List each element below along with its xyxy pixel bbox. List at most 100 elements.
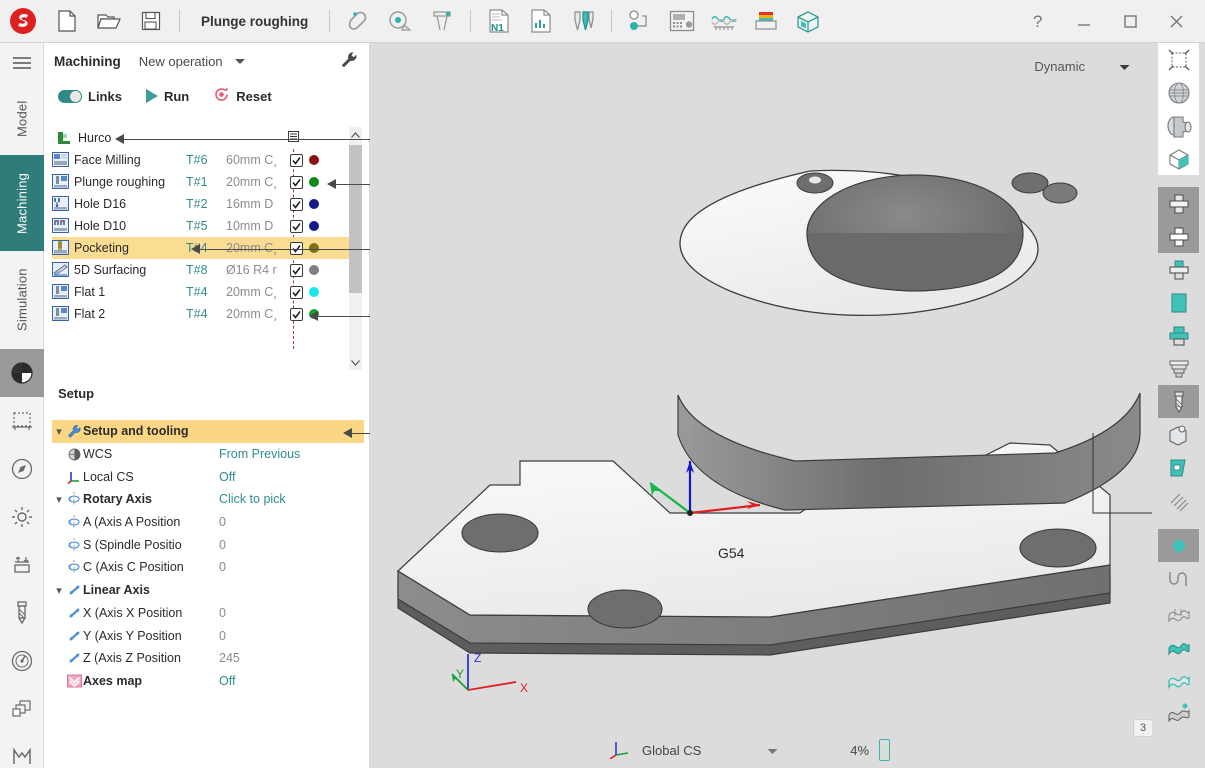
surface-cut-icon[interactable] — [1158, 694, 1199, 727]
machine-stack-icon[interactable] — [288, 131, 299, 145]
chevron-down-icon[interactable] — [767, 743, 778, 758]
operation-status-dot[interactable] — [309, 265, 319, 275]
holder-show-icon[interactable] — [1158, 451, 1199, 484]
magnet-probe-icon[interactable] — [337, 0, 379, 43]
fit-view-icon[interactable] — [1158, 43, 1199, 76]
operation-row[interactable]: Flat 1 T#4 20mm C¸ — [52, 281, 362, 303]
operation-visibility-checkbox[interactable] — [290, 307, 303, 321]
setup-row[interactable]: WCS From Previous — [52, 443, 364, 466]
setup-row-value[interactable]: 0 — [219, 560, 364, 574]
operation-row[interactable]: Hole D16 T#2 16mm D — [52, 193, 362, 215]
save-icon[interactable] — [130, 0, 172, 43]
setup-row[interactable]: ▾ Rotary Axis Click to pick — [52, 488, 364, 511]
stock-icon[interactable] — [745, 0, 787, 43]
wireframe-box-icon[interactable] — [1158, 142, 1199, 175]
solid-shading-icon[interactable] — [1158, 109, 1199, 142]
run-button[interactable]: Run — [145, 89, 189, 104]
setup-parameters-tree[interactable]: ▾ Setup and tooling WCS From Previous Local … — [52, 420, 364, 692]
curve-icon[interactable] — [1158, 562, 1199, 595]
setup-row[interactable]: Z (Axis Z Position 245 — [52, 647, 364, 670]
operation-visibility-checkbox[interactable] — [290, 175, 303, 189]
setup-row[interactable]: ▾ Linear Axis — [52, 579, 364, 602]
setup-row-value[interactable]: 0 — [219, 515, 364, 529]
tree-row-machine[interactable]: Hurco — [52, 127, 362, 149]
setup-row-value[interactable]: 0 — [219, 538, 364, 552]
maximize-icon[interactable] — [1107, 0, 1153, 43]
setup-row[interactable]: X (Axis X Position 0 — [52, 602, 364, 625]
sidebar-tab-simulation[interactable]: Simulation — [0, 251, 44, 349]
clamp-icon[interactable] — [0, 541, 44, 589]
operation-visibility-checkbox[interactable] — [290, 219, 303, 233]
surface-mesh-icon[interactable] — [1158, 595, 1199, 628]
tool-library-icon[interactable] — [562, 0, 604, 43]
operation-visibility-checkbox[interactable] — [290, 263, 303, 277]
operation-visibility-checkbox[interactable] — [290, 153, 303, 167]
operation-status-dot[interactable] — [309, 155, 319, 165]
new-operation-label[interactable]: New operation — [139, 54, 223, 69]
stock-machined-icon[interactable] — [1158, 319, 1199, 352]
stock-show-icon[interactable] — [1158, 187, 1199, 220]
operation-status-dot[interactable] — [309, 221, 319, 231]
globe-shading-icon[interactable] — [1158, 76, 1199, 109]
new-file-icon[interactable] — [46, 0, 88, 43]
viewport-3d[interactable]: Dynamic G54 Z Y X Global CS 4% — [370, 43, 1152, 768]
layers-icon[interactable] — [0, 685, 44, 733]
toggle-on-icon[interactable] — [58, 89, 82, 103]
operation-status-dot[interactable] — [309, 243, 319, 253]
setup-row-value[interactable]: 0 — [219, 606, 364, 620]
operations-list[interactable]: Face Milling T#6 60mm C¸ Plunge roughing T#1… — [52, 149, 362, 325]
scroll-up-arrow[interactable] — [349, 127, 362, 143]
surface-shade-icon[interactable] — [1158, 661, 1199, 694]
sidebar-tab-machining[interactable]: Machining — [0, 155, 44, 251]
setup-row[interactable]: S (Spindle Positio 0 — [52, 533, 364, 556]
setup-row-value[interactable]: Off — [219, 470, 364, 484]
stock-box-icon[interactable] — [0, 397, 44, 445]
nc-program-icon[interactable]: N1 — [478, 0, 520, 43]
open-folder-icon[interactable] — [88, 0, 130, 43]
operation-row[interactable]: Pocketing T#4 20mm C¸ — [52, 237, 362, 259]
help-icon[interactable]: ? — [1015, 0, 1061, 43]
tool-show-icon[interactable] — [1158, 385, 1199, 418]
operation-row[interactable]: 5D Surfacing T#8 Ø16 R4 r — [52, 259, 362, 281]
chevron-down-icon[interactable]: ▾ — [52, 584, 66, 597]
setup-row[interactable]: C (Axis C Position 0 — [52, 556, 364, 579]
stock-stepped-icon[interactable] — [1158, 352, 1199, 385]
graph-icon[interactable] — [703, 0, 745, 43]
setup-row-value[interactable]: 245 — [219, 651, 364, 665]
setup-row[interactable]: Y (Axis Y Position 0 — [52, 624, 364, 647]
shading-icon[interactable] — [0, 349, 44, 397]
report-icon[interactable] — [520, 0, 562, 43]
close-icon[interactable] — [1153, 0, 1199, 43]
reset-button[interactable]: Reset — [213, 86, 272, 106]
machine-m-icon[interactable] — [0, 733, 44, 768]
endmill-icon[interactable] — [0, 589, 44, 637]
hamburger-icon[interactable] — [0, 43, 44, 83]
setup-row[interactable]: A (Axis A Position 0 — [52, 511, 364, 534]
gauge-icon[interactable] — [0, 637, 44, 685]
stock-transparent-icon[interactable] — [1158, 220, 1199, 253]
stock-full-icon[interactable] — [1158, 286, 1199, 319]
feature-icon[interactable] — [619, 0, 661, 43]
setup-row[interactable]: Local CS Off — [52, 465, 364, 488]
setup-row-value[interactable]: 0 — [219, 629, 364, 643]
surface-fill-icon[interactable] — [1158, 628, 1199, 661]
measure-icon[interactable] — [379, 0, 421, 43]
fixture-show-icon[interactable] — [1158, 418, 1199, 451]
fixture-icon[interactable] — [787, 0, 829, 43]
operation-visibility-checkbox[interactable] — [290, 197, 303, 211]
compass-icon[interactable] — [0, 445, 44, 493]
caliper-icon[interactable] — [421, 0, 463, 43]
setup-row-value[interactable]: Click to pick — [219, 492, 364, 506]
scrollbar-thumb[interactable] — [349, 145, 362, 293]
scroll-down-arrow[interactable] — [349, 354, 362, 370]
minimize-icon[interactable] — [1061, 0, 1107, 43]
zoom-slider[interactable] — [879, 739, 891, 761]
operation-visibility-checkbox[interactable] — [290, 241, 303, 255]
setup-row-value[interactable]: Off — [219, 674, 364, 688]
gear-icon[interactable] — [0, 493, 44, 541]
operation-row[interactable]: Hole D10 T#5 10mm D — [52, 215, 362, 237]
operation-status-dot[interactable] — [309, 199, 319, 209]
operation-status-dot[interactable] — [309, 177, 319, 187]
chevron-down-icon[interactable]: ▾ — [52, 425, 66, 438]
stock-green-icon[interactable] — [1158, 253, 1199, 286]
